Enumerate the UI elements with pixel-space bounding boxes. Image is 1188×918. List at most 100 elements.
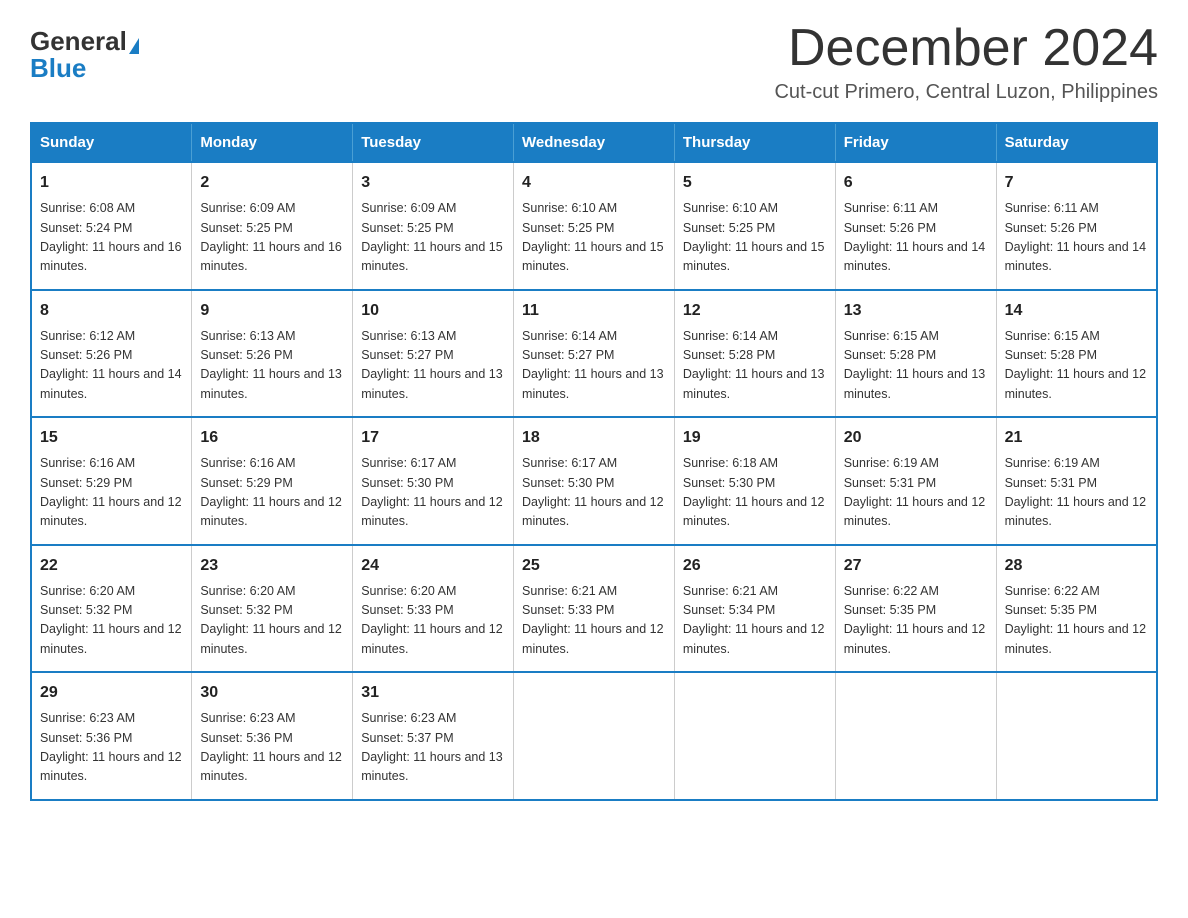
- day-number: 19: [683, 426, 827, 450]
- location-title: Cut-cut Primero, Central Luzon, Philippi…: [774, 81, 1158, 104]
- calendar-week-row: 29 Sunrise: 6:23 AMSunset: 5:36 PMDayligh…: [31, 672, 1157, 800]
- logo-general-text: General: [30, 26, 127, 56]
- title-area: December 2024 Cut-cut Primero, Central L…: [774, 20, 1158, 104]
- day-number: 20: [844, 426, 988, 450]
- calendar-cell: 18Sunrise: 6:17 AMSunset: 5:30 PMDayligh…: [514, 417, 675, 545]
- calendar-cell: 24 Sunrise: 6:20 AMSunset: 5:33 PMDayligh…: [353, 545, 514, 673]
- calendar-cell: 31 Sunrise: 6:23 AMSunset: 5:37 PMDayligh…: [353, 672, 514, 800]
- day-number: 9: [200, 299, 344, 323]
- day-info: Sunrise: 6:21 AMSunset: 5:34 PMDaylight:…: [683, 582, 827, 660]
- day-info: Sunrise: 6:16 AMSunset: 5:29 PMDaylight:…: [40, 454, 183, 532]
- calendar-cell: 17Sunrise: 6:17 AMSunset: 5:30 PMDayligh…: [353, 417, 514, 545]
- calendar-cell: 28 Sunrise: 6:22 AMSunset: 5:35 PMDayligh…: [996, 545, 1157, 673]
- calendar-cell: 29 Sunrise: 6:23 AMSunset: 5:36 PMDayligh…: [31, 672, 192, 800]
- day-number: 10: [361, 299, 505, 323]
- calendar-cell: 8 Sunrise: 6:12 AMSunset: 5:26 PMDaylight…: [31, 290, 192, 418]
- calendar-cell: 27Sunrise: 6:22 AMSunset: 5:35 PMDayligh…: [835, 545, 996, 673]
- day-number: 22: [40, 554, 183, 578]
- day-number: 4: [522, 171, 666, 195]
- logo-general-line: General: [30, 28, 139, 55]
- day-info: Sunrise: 6:12 AMSunset: 5:26 PMDaylight:…: [40, 327, 183, 405]
- day-number: 21: [1005, 426, 1148, 450]
- day-info: Sunrise: 6:16 AMSunset: 5:29 PMDaylight:…: [200, 454, 344, 532]
- calendar-cell: 13 Sunrise: 6:15 AMSunset: 5:28 PMDayligh…: [835, 290, 996, 418]
- day-info: Sunrise: 6:20 AMSunset: 5:33 PMDaylight:…: [361, 582, 505, 660]
- day-number: 3: [361, 171, 505, 195]
- weekday-header-cell: Friday: [835, 123, 996, 162]
- calendar-cell: [835, 672, 996, 800]
- logo-blue-text: Blue: [30, 53, 86, 83]
- month-title: December 2024: [774, 20, 1158, 77]
- day-number: 26: [683, 554, 827, 578]
- calendar-cell: 26 Sunrise: 6:21 AMSunset: 5:34 PMDayligh…: [674, 545, 835, 673]
- day-number: 11: [522, 299, 666, 323]
- day-info: Sunrise: 6:23 AMSunset: 5:36 PMDaylight:…: [200, 709, 344, 787]
- day-info: Sunrise: 6:15 AMSunset: 5:28 PMDaylight:…: [844, 327, 988, 405]
- day-info: Sunrise: 6:17 AMSunset: 5:30 PMDaylight:…: [522, 454, 666, 532]
- logo-triangle-icon: [129, 38, 139, 54]
- calendar-table: SundayMondayTuesdayWednesdayThursdayFrid…: [30, 122, 1158, 801]
- day-number: 29: [40, 681, 183, 705]
- day-info: Sunrise: 6:23 AMSunset: 5:36 PMDaylight:…: [40, 709, 183, 787]
- day-number: 13: [844, 299, 988, 323]
- calendar-cell: 10 Sunrise: 6:13 AMSunset: 5:27 PMDayligh…: [353, 290, 514, 418]
- day-number: 24: [361, 554, 505, 578]
- logo: General Blue: [30, 20, 139, 82]
- day-info: Sunrise: 6:19 AMSunset: 5:31 PMDaylight:…: [844, 454, 988, 532]
- day-number: 27: [844, 554, 988, 578]
- calendar-cell: 21Sunrise: 6:19 AMSunset: 5:31 PMDayligh…: [996, 417, 1157, 545]
- header-area: General Blue December 2024 Cut-cut Prime…: [30, 20, 1158, 104]
- calendar-cell: 30 Sunrise: 6:23 AMSunset: 5:36 PMDayligh…: [192, 672, 353, 800]
- calendar-week-row: 22 Sunrise: 6:20 AMSunset: 5:32 PMDayligh…: [31, 545, 1157, 673]
- calendar-cell: 2 Sunrise: 6:09 AMSunset: 5:25 PMDaylight…: [192, 162, 353, 290]
- calendar-cell: 11 Sunrise: 6:14 AMSunset: 5:27 PMDayligh…: [514, 290, 675, 418]
- weekday-header-cell: Thursday: [674, 123, 835, 162]
- day-number: 28: [1005, 554, 1148, 578]
- calendar-cell: 14 Sunrise: 6:15 AMSunset: 5:28 PMDayligh…: [996, 290, 1157, 418]
- calendar-cell: [996, 672, 1157, 800]
- day-number: 14: [1005, 299, 1148, 323]
- calendar-week-row: 1 Sunrise: 6:08 AMSunset: 5:24 PMDaylight…: [31, 162, 1157, 290]
- day-number: 15: [40, 426, 183, 450]
- calendar-cell: 6Sunrise: 6:11 AMSunset: 5:26 PMDaylight…: [835, 162, 996, 290]
- day-info: Sunrise: 6:20 AMSunset: 5:32 PMDaylight:…: [200, 582, 344, 660]
- calendar-cell: 4 Sunrise: 6:10 AMSunset: 5:25 PMDaylight…: [514, 162, 675, 290]
- calendar-cell: 3 Sunrise: 6:09 AMSunset: 5:25 PMDaylight…: [353, 162, 514, 290]
- day-number: 5: [683, 171, 827, 195]
- weekday-header-cell: Monday: [192, 123, 353, 162]
- weekday-header-row: SundayMondayTuesdayWednesdayThursdayFrid…: [31, 123, 1157, 162]
- day-number: 1: [40, 171, 183, 195]
- calendar-cell: 15 Sunrise: 6:16 AMSunset: 5:29 PMDayligh…: [31, 417, 192, 545]
- day-number: 7: [1005, 171, 1148, 195]
- day-info: Sunrise: 6:20 AMSunset: 5:32 PMDaylight:…: [40, 582, 183, 660]
- calendar-body: 1 Sunrise: 6:08 AMSunset: 5:24 PMDaylight…: [31, 162, 1157, 800]
- calendar-cell: 22 Sunrise: 6:20 AMSunset: 5:32 PMDayligh…: [31, 545, 192, 673]
- day-info: Sunrise: 6:22 AMSunset: 5:35 PMDaylight:…: [1005, 582, 1148, 660]
- day-number: 25: [522, 554, 666, 578]
- day-info: Sunrise: 6:13 AMSunset: 5:27 PMDaylight:…: [361, 327, 505, 405]
- day-number: 8: [40, 299, 183, 323]
- day-info: Sunrise: 6:10 AMSunset: 5:25 PMDaylight:…: [522, 199, 666, 277]
- day-info: Sunrise: 6:08 AMSunset: 5:24 PMDaylight:…: [40, 199, 183, 277]
- calendar-cell: 1 Sunrise: 6:08 AMSunset: 5:24 PMDaylight…: [31, 162, 192, 290]
- day-info: Sunrise: 6:14 AMSunset: 5:27 PMDaylight:…: [522, 327, 666, 405]
- day-info: Sunrise: 6:09 AMSunset: 5:25 PMDaylight:…: [200, 199, 344, 277]
- day-info: Sunrise: 6:15 AMSunset: 5:28 PMDaylight:…: [1005, 327, 1148, 405]
- day-info: Sunrise: 6:18 AMSunset: 5:30 PMDaylight:…: [683, 454, 827, 532]
- day-number: 17: [361, 426, 505, 450]
- weekday-header-cell: Sunday: [31, 123, 192, 162]
- calendar-cell: 9 Sunrise: 6:13 AMSunset: 5:26 PMDaylight…: [192, 290, 353, 418]
- calendar-cell: 25Sunrise: 6:21 AMSunset: 5:33 PMDayligh…: [514, 545, 675, 673]
- weekday-header-cell: Wednesday: [514, 123, 675, 162]
- day-number: 2: [200, 171, 344, 195]
- day-info: Sunrise: 6:23 AMSunset: 5:37 PMDaylight:…: [361, 709, 505, 787]
- day-number: 30: [200, 681, 344, 705]
- calendar-cell: 20 Sunrise: 6:19 AMSunset: 5:31 PMDayligh…: [835, 417, 996, 545]
- day-info: Sunrise: 6:13 AMSunset: 5:26 PMDaylight:…: [200, 327, 344, 405]
- day-number: 31: [361, 681, 505, 705]
- day-info: Sunrise: 6:09 AMSunset: 5:25 PMDaylight:…: [361, 199, 505, 277]
- day-number: 16: [200, 426, 344, 450]
- day-info: Sunrise: 6:11 AMSunset: 5:26 PMDaylight:…: [1005, 199, 1148, 277]
- weekday-header-cell: Tuesday: [353, 123, 514, 162]
- calendar-week-row: 15 Sunrise: 6:16 AMSunset: 5:29 PMDayligh…: [31, 417, 1157, 545]
